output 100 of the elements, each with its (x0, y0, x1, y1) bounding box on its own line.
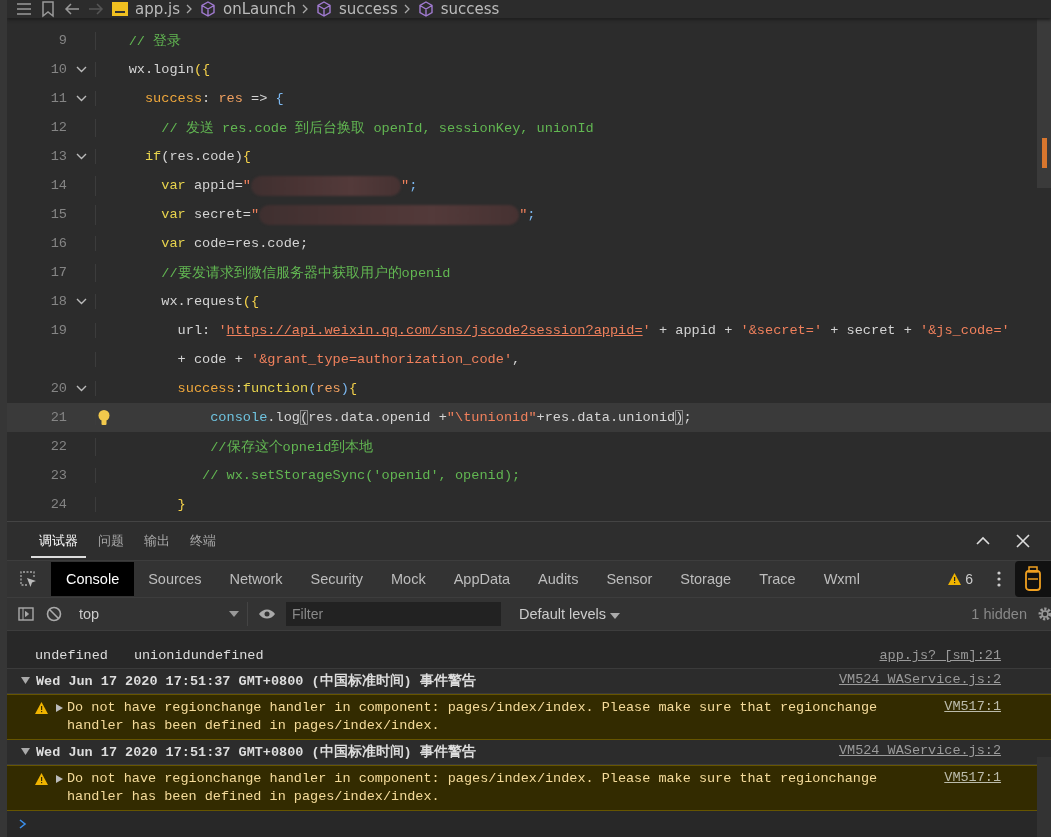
warning-icon (35, 773, 48, 785)
code-line: url: 'https://api.weixin.qq.com/sns/jscode2session?appid=' + appid + '&secret=' + secret + '&js_code=' (95, 323, 1010, 338)
fold-chevron-icon[interactable] (75, 298, 87, 305)
code-line: success: res => { (95, 91, 284, 106)
devtools-tab[interactable]: Console (51, 562, 135, 596)
line-number: 24 (49, 497, 67, 512)
warning-message: Do not have regionchange handler in component: pages/index/index. Please make sure that regionchange handler has been defined in pages/index/index. (67, 770, 879, 806)
fold-chevron-icon[interactable] (75, 95, 87, 102)
warning-count[interactable]: 6 (965, 571, 973, 587)
code-line: //要发请求到微信服务器中获取用户的openid (95, 263, 451, 282)
caret-icon (229, 611, 239, 617)
line-number: 22 (49, 439, 67, 454)
fold-chevron-icon[interactable] (75, 66, 87, 73)
code-line: } (95, 497, 186, 512)
devtools-tab[interactable]: Mock (377, 562, 440, 596)
caret-icon (610, 613, 621, 619)
filter-field[interactable]: Filter (286, 602, 501, 626)
devtools-tab[interactable]: Sources (134, 562, 216, 596)
devtools-tab[interactable]: Storage (666, 562, 746, 596)
devtools-tab[interactable]: Audits (524, 562, 593, 596)
fold-chevron-icon[interactable] (75, 385, 87, 392)
expand-triangle-icon[interactable] (56, 704, 63, 712)
levels-dropdown[interactable]: Default levels (515, 606, 625, 622)
source-link[interactable]: VM517:1 (944, 699, 1001, 735)
bookmark-icon[interactable] (39, 0, 57, 18)
line-number: 19 (49, 323, 67, 338)
source-link[interactable]: VM517:1 (944, 770, 1001, 806)
code-line: var code=res.code; (95, 236, 309, 251)
fold-chevron-icon[interactable] (75, 153, 87, 160)
breadcrumb-item[interactable]: app.js (135, 0, 180, 18)
code-line: // 发送 res.code 到后台换取 openId, sessionKey, unionId (95, 118, 594, 137)
line-number: 11 (49, 91, 67, 106)
warning-message: Do not have regionchange handler in component: pages/index/index. Please make sure that regionchange handler has been defined in pages/index/index. (67, 699, 879, 735)
code-line: if(res.code){ (95, 149, 251, 164)
code-line: + code + '&grant_type=authorization_code', (95, 352, 521, 367)
devtools-tab[interactable]: Sensor (592, 562, 667, 596)
devtools-tab[interactable]: AppData (439, 562, 525, 596)
panel-tab[interactable]: 调试器 (31, 524, 86, 558)
clear-console-icon[interactable] (45, 605, 63, 623)
panel-tab[interactable]: 终端 (182, 524, 224, 558)
devtools-tab[interactable]: Security (296, 562, 377, 596)
context-dropdown[interactable]: top (79, 602, 248, 626)
line-number: 21 (49, 410, 67, 425)
code-line: console.log(res.data.openid +"\tunionid"+res.data.unionid); (95, 410, 692, 425)
expand-triangle-icon[interactable] (56, 775, 63, 783)
devtools-tab[interactable]: Network (215, 562, 297, 596)
line-number: 12 (49, 120, 67, 135)
code-line: wx.login({ (95, 62, 211, 77)
devtools-tab[interactable]: Trace (745, 562, 810, 596)
cube-icon (315, 0, 333, 18)
devtools-tab[interactable]: Wxml (809, 562, 874, 596)
floating-tool-button[interactable] (1015, 561, 1051, 597)
lightbulb-icon[interactable] (97, 408, 111, 427)
menu-icon[interactable] (15, 0, 33, 18)
line-number: 17 (49, 265, 67, 280)
line-number: 23 (49, 468, 67, 483)
source-link[interactable]: VM524 WAService.js:2 (838, 672, 1001, 690)
chevron-icon (403, 4, 411, 14)
code-line: // 登录 (95, 31, 182, 50)
line-number: 15 (49, 207, 67, 222)
log-text: unionidundefined (133, 648, 264, 663)
chevron-icon (186, 4, 193, 14)
code-line: var appid=" "; (95, 175, 418, 196)
code-line: var secret=" "; (95, 204, 536, 225)
panel-tab[interactable]: 输出 (136, 524, 178, 558)
log-text: undefined (35, 648, 108, 663)
code-line: // wx.setStorageSync('openid', openid); (95, 468, 521, 483)
warning-icon (35, 702, 48, 714)
line-number: 20 (49, 381, 67, 396)
line-number: 14 (49, 178, 67, 193)
line-number: 9 (57, 33, 67, 48)
source-link[interactable]: VM524 WAService.js:2 (838, 743, 1001, 761)
device-icon (1024, 566, 1042, 592)
breadcrumb-item[interactable]: success (440, 0, 500, 18)
sidebar-toggle-icon[interactable] (17, 605, 35, 623)
source-link[interactable]: app.js? [sm]:21 (879, 648, 1001, 663)
group-header[interactable]: Wed Jun 17 2020 17:51:37 GMT+0800 (中国标准时间) 事件警告 (36, 743, 476, 761)
line-number: 10 (49, 62, 67, 77)
scrollbar-marker (1042, 138, 1047, 168)
hidden-count: 1 hidden (971, 606, 1027, 622)
settings-icon[interactable] (1037, 606, 1051, 622)
cube-icon (416, 0, 435, 18)
chevron-icon (302, 4, 309, 14)
breadcrumb-item[interactable]: success (339, 0, 398, 18)
expand-triangle-icon[interactable] (21, 747, 30, 756)
group-header[interactable]: Wed Jun 17 2020 17:51:37 GMT+0800 (中国标准时间) 事件警告 (36, 672, 476, 690)
prompt-chevron-icon[interactable] (19, 819, 27, 829)
inspect-icon[interactable] (19, 570, 37, 588)
code-line: //保存这个opneid到本地 (95, 437, 374, 456)
panel-tab[interactable]: 问题 (90, 524, 132, 558)
cube-icon (199, 0, 217, 18)
line-number: 18 (49, 294, 67, 309)
expand-triangle-icon[interactable] (21, 676, 30, 685)
close-icon[interactable] (1015, 533, 1031, 549)
breadcrumb-item[interactable]: onLaunch (223, 0, 296, 18)
line-number: 13 (49, 149, 67, 164)
code-line: success:function(res){ (95, 381, 358, 396)
more-options-icon[interactable] (997, 571, 1001, 587)
code-line: wx.request({ (95, 294, 260, 309)
warning-icon (948, 573, 962, 585)
